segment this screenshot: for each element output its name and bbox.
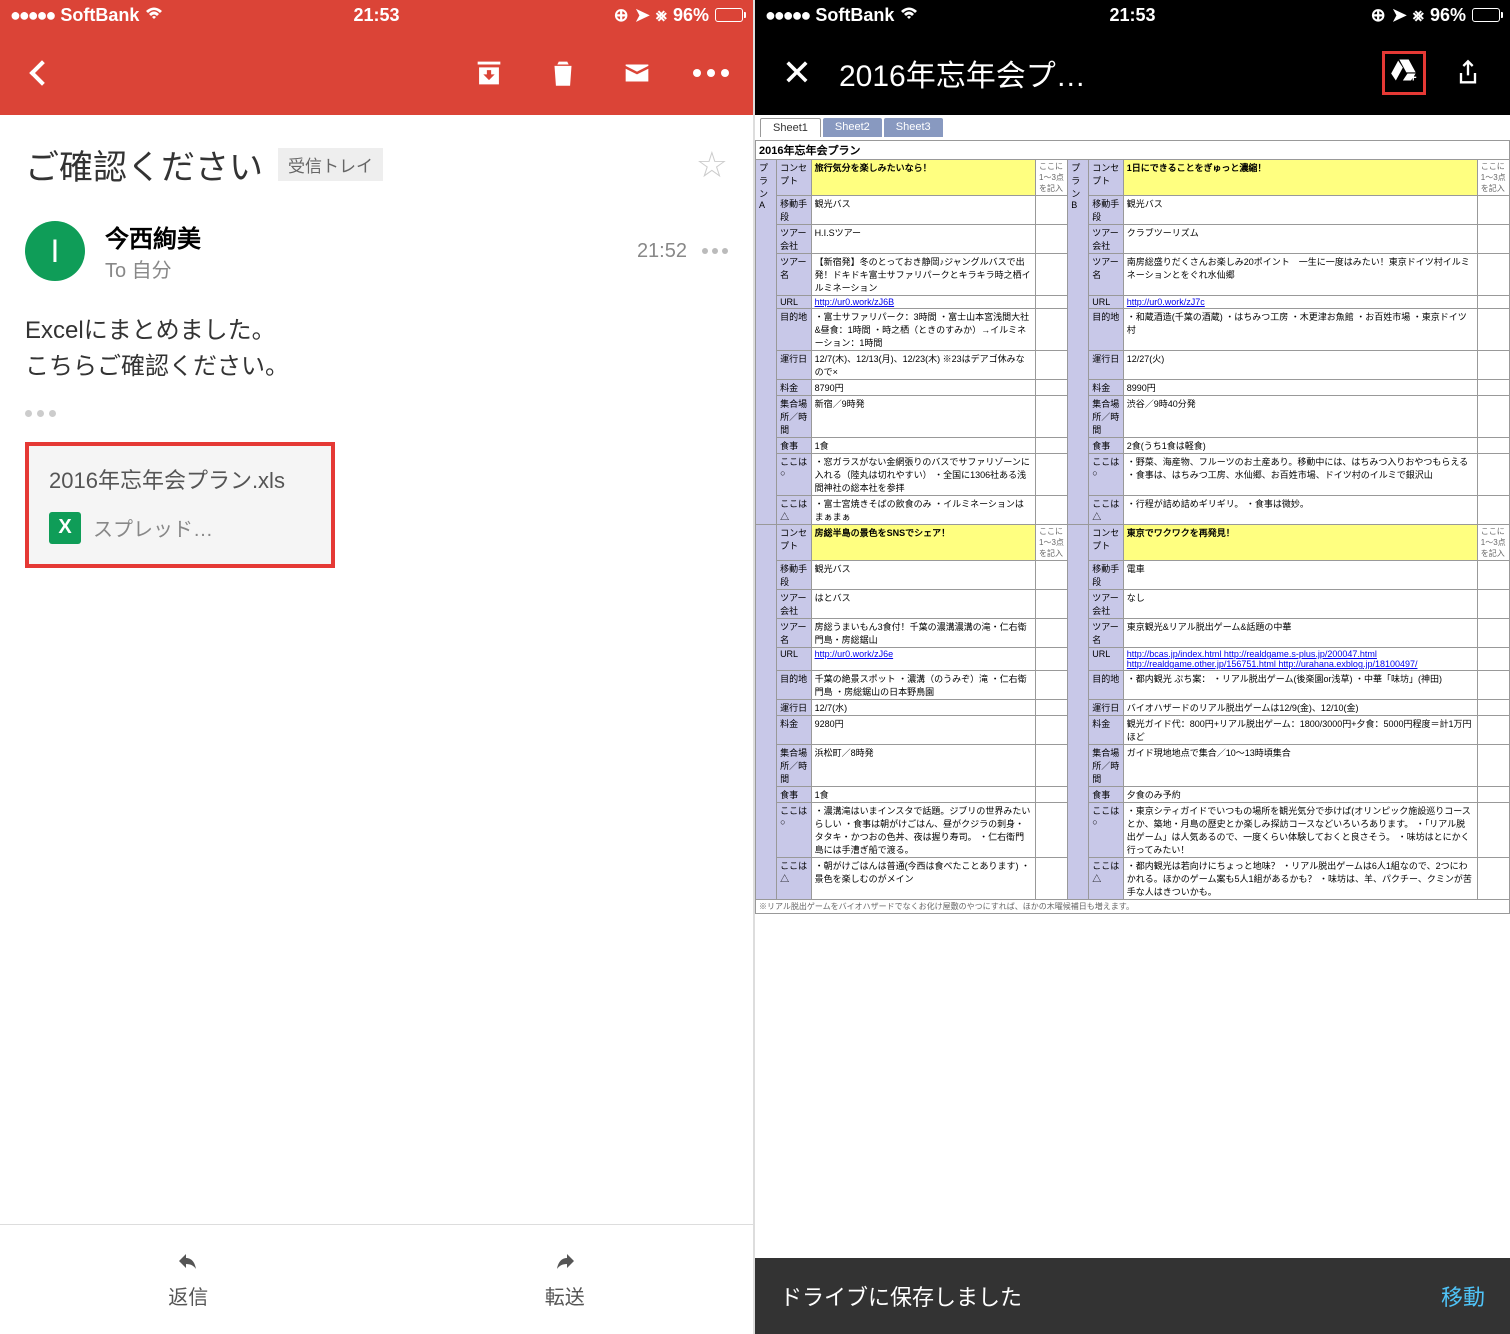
gmail-toolbar xyxy=(0,30,753,115)
sender-name: 今西絢美 xyxy=(105,219,617,254)
more-button[interactable] xyxy=(689,51,733,95)
mark-unread-button[interactable] xyxy=(615,51,659,95)
location-icon: ➤ xyxy=(1392,5,1407,26)
attachment-type: スプレッド… xyxy=(93,513,213,542)
expand-trimmed-button[interactable] xyxy=(25,410,728,417)
archive-button[interactable] xyxy=(467,51,511,95)
delete-button[interactable] xyxy=(541,51,585,95)
to-line: To 自分 xyxy=(105,254,617,283)
status-time: 21:53 xyxy=(353,5,399,26)
chevron-left-icon xyxy=(29,60,54,85)
carrier-label: SoftBank xyxy=(60,5,139,26)
reply-icon xyxy=(173,1249,203,1273)
drive-icon: + xyxy=(1388,56,1420,89)
close-button[interactable]: ✕ xyxy=(775,51,819,95)
wifi-icon xyxy=(900,5,918,26)
sheet-tab-2[interactable]: Sheet2 xyxy=(823,118,882,137)
xls-icon: X xyxy=(49,512,81,544)
attachment-card[interactable]: 2016年忘年会プラン.xls X スプレッド… xyxy=(25,442,335,568)
viewer-title: 2016年忘年会プ… xyxy=(839,51,1362,95)
battery-icon xyxy=(1472,8,1500,22)
sheet-tab-3[interactable]: Sheet3 xyxy=(884,118,943,137)
bluetooth-icon: ⨳ xyxy=(656,5,667,26)
message-more-button[interactable] xyxy=(702,248,728,254)
status-bar-right: ●●●●● SoftBank 21:53 ⊕ ➤ ⨳ 96% xyxy=(755,0,1510,30)
back-button[interactable] xyxy=(20,51,64,95)
attachment-filename: 2016年忘年会プラン.xls xyxy=(49,466,311,497)
forward-button[interactable]: 転送 xyxy=(377,1225,754,1334)
inbox-tag: 受信トレイ xyxy=(278,148,383,181)
battery-icon xyxy=(715,8,743,22)
more-dots-icon xyxy=(693,69,729,77)
bottom-action-bar: 返信 転送 xyxy=(0,1224,753,1334)
svg-text:+: + xyxy=(1410,72,1417,84)
toast-notification: ドライブに保存しました 移動 xyxy=(755,1258,1510,1334)
signal-dots: ●●●●● xyxy=(10,5,54,26)
email-body-text: Excelにまとめました。 こちらご確認ください。 xyxy=(25,313,728,385)
lock-icon: ⊕ xyxy=(1371,5,1386,26)
save-to-drive-button[interactable]: + xyxy=(1382,51,1426,95)
wifi-icon xyxy=(145,5,163,26)
forward-icon xyxy=(550,1249,580,1273)
message-time: 21:52 xyxy=(637,240,687,263)
star-button[interactable]: ☆ xyxy=(696,144,728,186)
share-button[interactable] xyxy=(1446,51,1490,95)
bluetooth-icon: ⨳ xyxy=(1413,5,1424,26)
reply-button[interactable]: 返信 xyxy=(0,1225,377,1334)
lock-icon: ⊕ xyxy=(614,5,629,26)
toast-message: ドライブに保存しました xyxy=(780,1280,1022,1312)
sheet-tab-1[interactable]: Sheet1 xyxy=(760,118,821,137)
spreadsheet-viewer[interactable]: Sheet1 Sheet2 Sheet3 2016年忘年会プラン プランA コン… xyxy=(755,115,1510,1334)
avatar[interactable]: I xyxy=(25,221,85,281)
spreadsheet-table: 2016年忘年会プラン プランA コンセプト旅行気分を楽しみたいなら！ここに1〜… xyxy=(755,140,1510,914)
battery-pct: 96% xyxy=(673,5,709,26)
status-bar-left: ●●●●● SoftBank 21:53 ⊕ ➤ ⨳ 96% xyxy=(0,0,753,30)
location-icon: ➤ xyxy=(635,5,650,26)
toast-action-button[interactable]: 移動 xyxy=(1441,1280,1485,1312)
subject-text: ご確認ください xyxy=(25,140,263,189)
viewer-toolbar: ✕ 2016年忘年会プ… + xyxy=(755,30,1510,115)
